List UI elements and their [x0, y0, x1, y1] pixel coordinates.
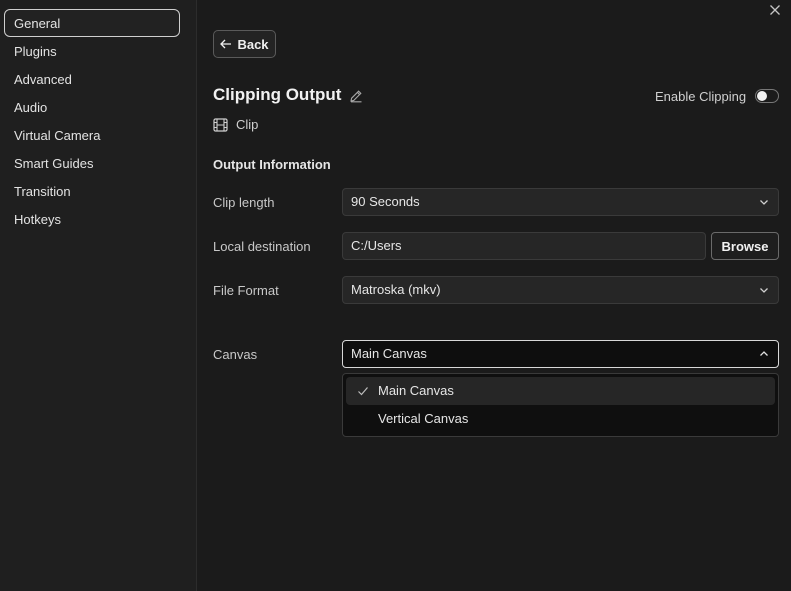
file-format-value: Matroska (mkv) [351, 282, 441, 297]
toggle-knob [757, 91, 767, 101]
sidebar-item-general[interactable]: General [4, 9, 180, 37]
sidebar-item-advanced[interactable]: Advanced [4, 65, 180, 93]
pencil-icon [350, 90, 362, 103]
canvas-select[interactable]: Main Canvas [342, 340, 779, 368]
check-icon [358, 387, 368, 396]
sidebar-item-audio[interactable]: Audio [4, 93, 180, 121]
local-destination-label: Local destination [213, 239, 311, 254]
clip-length-value: 90 Seconds [351, 194, 420, 209]
file-format-label: File Format [213, 283, 279, 298]
clip-type-row: Clip [213, 117, 258, 132]
chevron-up-icon [760, 351, 768, 356]
canvas-label: Canvas [213, 347, 258, 362]
clip-length-label: Clip length [213, 195, 275, 210]
back-button-label: Back [237, 36, 269, 52]
canvas-option-vertical[interactable]: Vertical Canvas [346, 405, 775, 433]
sidebar-item-hotkeys[interactable]: Hotkeys [4, 205, 180, 233]
canvas-dropdown: Main Canvas Vertical Canvas [342, 373, 779, 437]
edit-title-button[interactable] [349, 89, 363, 103]
enable-clipping-toggle[interactable] [755, 89, 779, 103]
clip-type-label: Clip [236, 117, 259, 132]
arrow-left-icon [220, 39, 232, 49]
close-button[interactable] [767, 4, 783, 20]
chevron-down-icon [760, 288, 768, 293]
file-format-select[interactable]: Matroska (mkv) [342, 276, 779, 304]
enable-clipping-label: Enable Clipping [655, 89, 747, 104]
page-title: Clipping Output [213, 85, 342, 104]
chevron-down-icon [760, 200, 768, 205]
back-button[interactable]: Back [213, 30, 276, 58]
local-destination-input[interactable]: C:/Users [342, 232, 706, 260]
browse-button[interactable]: Browse [711, 232, 779, 260]
canvas-option-main[interactable]: Main Canvas [346, 377, 775, 405]
close-icon [770, 5, 780, 15]
clip-length-select[interactable]: 90 Seconds [342, 188, 779, 216]
film-icon [213, 117, 228, 132]
canvas-option-label: Main Canvas [378, 383, 454, 398]
output-information-heading: Output Information [213, 157, 331, 172]
settings-sidebar: General Plugins Advanced Audio Virtual C… [0, 0, 197, 591]
sidebar-item-transition[interactable]: Transition [4, 177, 180, 205]
sidebar-item-smart-guides[interactable]: Smart Guides [4, 149, 180, 177]
sidebar-item-virtual-camera[interactable]: Virtual Camera [4, 121, 180, 149]
sidebar-item-plugins[interactable]: Plugins [4, 37, 180, 65]
canvas-value: Main Canvas [351, 346, 427, 361]
canvas-option-label: Vertical Canvas [378, 411, 469, 426]
